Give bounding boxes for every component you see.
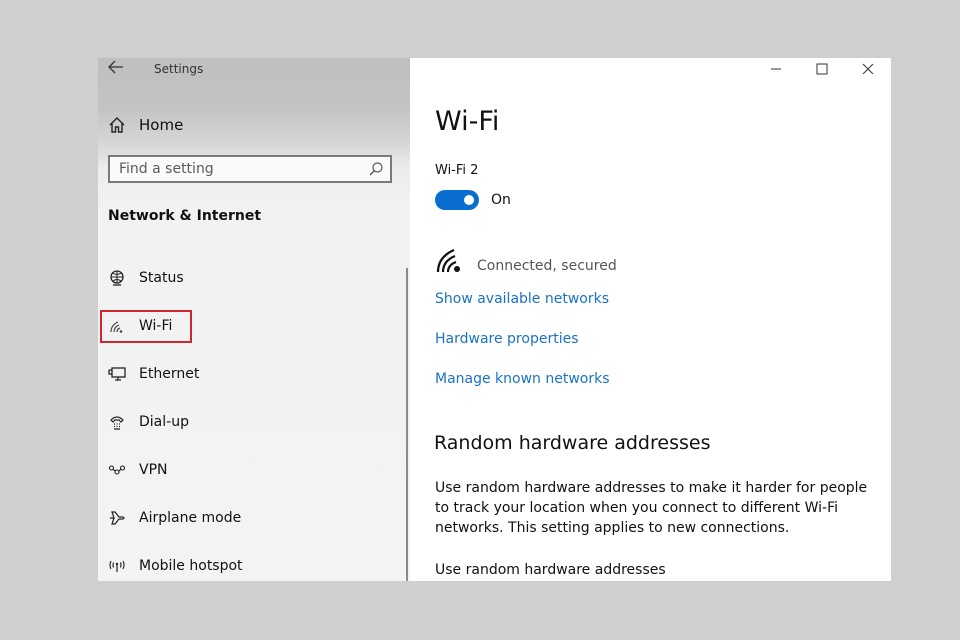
sidebar-item-label: Wi-Fi [139, 318, 173, 334]
random-hw-setting-label: Use random hardware addresses [435, 562, 666, 578]
sidebar-nav: Status Wi-Fi Ethernet Dial-up VPN Airpla… [98, 254, 403, 581]
window-controls [753, 58, 891, 84]
back-button[interactable] [107, 59, 127, 77]
adapter-name: Wi-Fi 2 [435, 163, 479, 178]
connection-status-text: Connected, secured [477, 258, 617, 274]
home-nav-item[interactable]: Home [108, 114, 183, 136]
globe-icon [110, 270, 124, 286]
search-input[interactable] [110, 157, 359, 181]
app-title: Settings [154, 62, 204, 76]
settings-window: Settings Home Network & Internet [98, 58, 891, 581]
sidebar-item-wifi[interactable]: Wi-Fi [98, 302, 403, 350]
arrow-left-icon [108, 60, 123, 74]
home-label: Home [139, 116, 184, 134]
sidebar-item-label: Dial-up [139, 414, 189, 430]
minimize-icon [771, 68, 781, 70]
sidebar-item-label: Mobile hotspot [139, 558, 243, 574]
hardware-properties-link[interactable]: Hardware properties [435, 331, 579, 347]
page-title: Wi-Fi [435, 106, 500, 137]
close-icon [862, 63, 874, 75]
title-bar: Settings [98, 58, 410, 82]
search-icon[interactable] [368, 161, 384, 177]
ethernet-icon [108, 367, 126, 381]
maximize-button[interactable] [799, 58, 845, 80]
sidebar-item-vpn[interactable]: VPN [98, 446, 403, 494]
sidebar-item-dialup[interactable]: Dial-up [98, 398, 403, 446]
sidebar-item-label: VPN [139, 462, 168, 478]
sidebar-item-status[interactable]: Status [98, 254, 403, 302]
home-icon [109, 117, 125, 133]
show-available-networks-link[interactable]: Show available networks [435, 291, 609, 307]
wifi-toggle[interactable] [435, 190, 479, 210]
sidebar-scrollbar[interactable] [406, 268, 408, 581]
main-content: Wi-Fi Wi-Fi 2 On Connected, secured Show… [410, 58, 891, 581]
sidebar-item-ethernet[interactable]: Ethernet [98, 350, 403, 398]
connection-status: Connected, secured [435, 246, 617, 276]
airplane-icon [110, 511, 125, 525]
dialup-icon [110, 416, 124, 430]
maximize-icon [816, 63, 828, 75]
sidebar-item-mobile-hotspot[interactable]: Mobile hotspot [98, 542, 403, 581]
section-title: Network & Internet [108, 208, 262, 224]
vpn-icon [108, 465, 126, 475]
toggle-knob [464, 195, 474, 205]
sidebar-item-label: Ethernet [139, 366, 200, 382]
random-hw-title: Random hardware addresses [434, 432, 711, 454]
search-box[interactable] [108, 155, 392, 183]
sidebar-item-label: Airplane mode [139, 510, 242, 526]
minimize-button[interactable] [753, 58, 799, 80]
sidebar: Settings Home Network & Internet [98, 58, 410, 581]
manage-known-networks-link[interactable]: Manage known networks [435, 371, 610, 387]
random-hw-description: Use random hardware addresses to make it… [435, 480, 868, 536]
sidebar-item-label: Status [139, 270, 184, 286]
close-button[interactable] [845, 58, 891, 80]
wifi-icon [110, 321, 123, 333]
hotspot-icon [109, 560, 125, 572]
wifi-toggle-row: On [435, 190, 511, 210]
wifi-signal-icon [436, 248, 460, 273]
toggle-state-label: On [491, 192, 511, 208]
sidebar-item-airplane-mode[interactable]: Airplane mode [98, 494, 403, 542]
